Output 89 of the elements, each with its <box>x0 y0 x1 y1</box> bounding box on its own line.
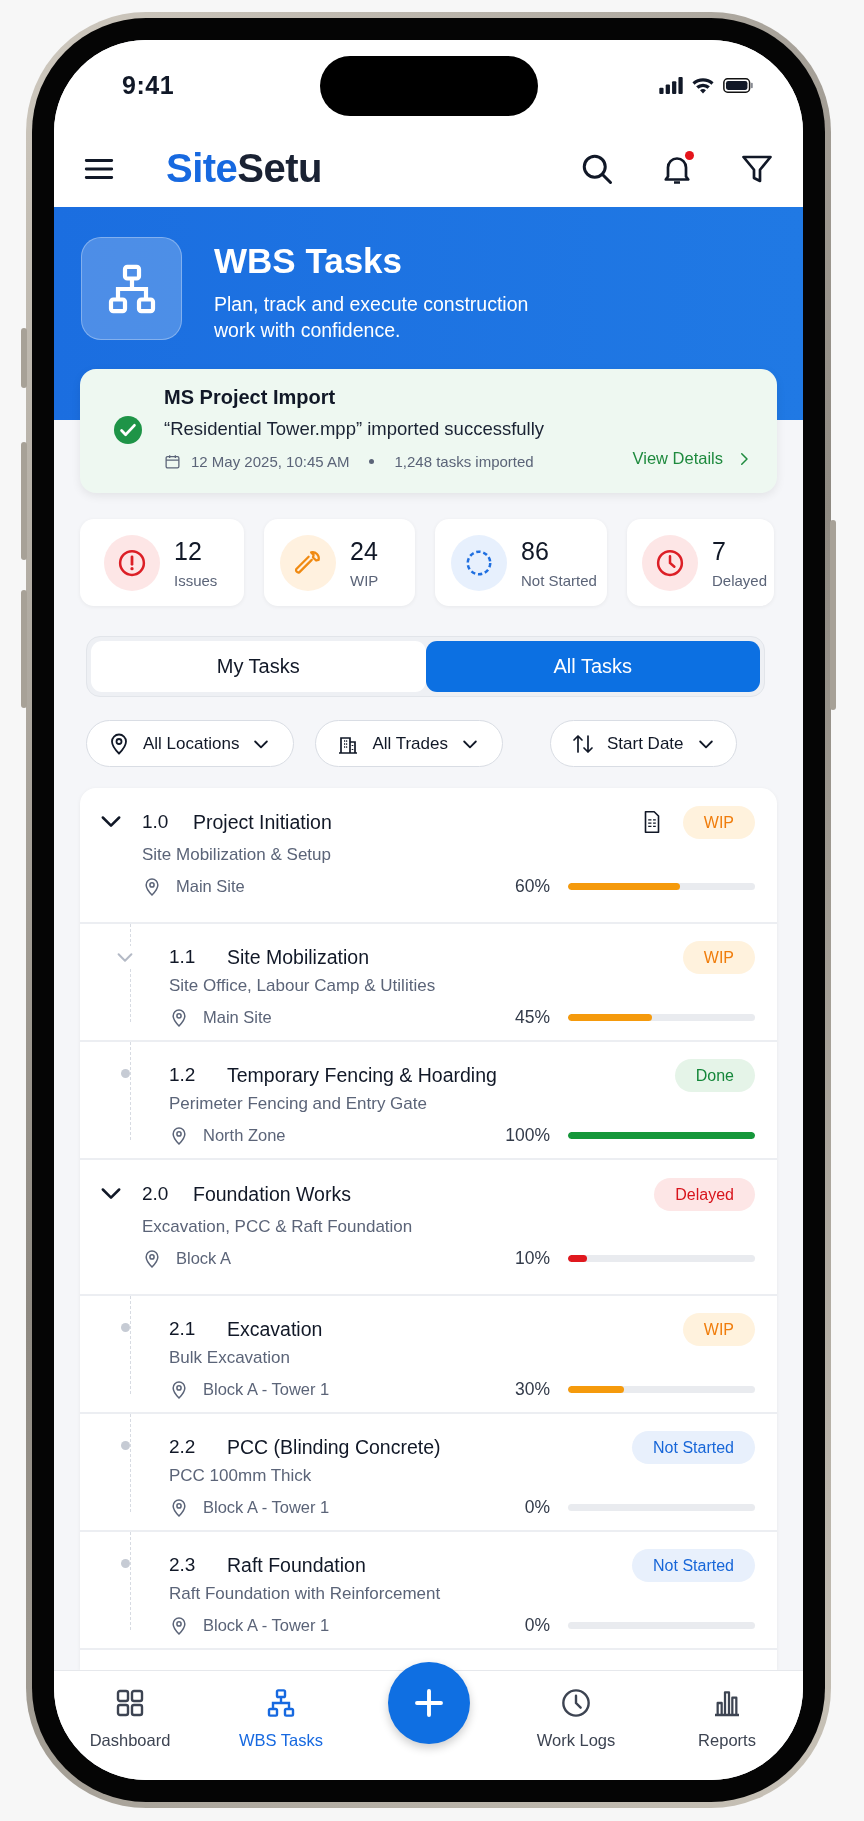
progress-percent: 100% <box>505 1125 550 1146</box>
progress-percent: 0% <box>524 1497 550 1518</box>
stat-label: Not Started <box>521 571 597 589</box>
task-location: Block A - Tower 1 <box>203 1380 330 1399</box>
task-description: Excavation, PCC & Raft Foundation <box>142 1217 414 1237</box>
progress-percent: 0% <box>524 1615 550 1636</box>
stat-value: 24 <box>350 536 379 566</box>
tree-node-dot <box>121 1323 130 1332</box>
clock-time: 9:41 <box>122 70 175 100</box>
battery-icon <box>723 77 753 93</box>
filter-dropdown[interactable]: All Trades <box>315 720 503 767</box>
view-details-link[interactable]: View Details <box>632 449 753 468</box>
progress-percent: 45% <box>514 1007 550 1028</box>
task-code: 1.2 <box>169 1064 197 1086</box>
stat-value: 7 <box>712 536 727 566</box>
tab[interactable]: My Tasks <box>91 641 426 692</box>
task-title: Project Initiation <box>193 810 332 834</box>
status-badge: Delayed <box>654 1177 755 1211</box>
task-title: Raft Foundation <box>227 1553 366 1577</box>
wifi-icon <box>691 76 715 94</box>
filter-dropdown[interactable]: All Locations <box>86 720 295 767</box>
clock-icon <box>560 1687 592 1719</box>
import-count: 1,248 tasks imported <box>394 453 534 470</box>
clock-icon <box>655 547 685 578</box>
calendar-icon <box>164 453 181 470</box>
stat-card[interactable]: 12 Issues <box>80 519 244 606</box>
task-location: Block A - Tower 1 <box>203 1616 330 1635</box>
pin-icon <box>169 1007 189 1028</box>
check-icon <box>114 416 142 444</box>
stat-card[interactable]: 24 WIP <box>264 519 415 606</box>
stat-card[interactable]: 86 Not Started <box>435 519 607 606</box>
task-location: North Zone <box>203 1126 286 1145</box>
task-location: Block A - Tower 1 <box>203 1498 330 1517</box>
task-code: 2.3 <box>169 1554 197 1576</box>
task-title: Excavation <box>227 1317 323 1341</box>
page-title: WBS Tasks <box>214 241 404 281</box>
task-title: Temporary Fencing & Hoarding <box>227 1063 497 1087</box>
stat-label: Delayed <box>712 571 768 589</box>
task-title: Foundation Works <box>193 1182 351 1206</box>
tab[interactable]: All Tasks <box>425 641 760 692</box>
nav-item[interactable]: Dashboard <box>54 1671 206 1766</box>
separator-dot <box>369 459 375 464</box>
alert-icon <box>117 547 147 578</box>
stat-value: 12 <box>174 536 203 566</box>
progress-percent: 10% <box>514 1248 550 1269</box>
task-description: PCC 100mm Thick <box>169 1466 313 1486</box>
grid-icon <box>114 1687 146 1719</box>
task-code: 2.0 <box>142 1183 170 1205</box>
stat-label: WIP <box>350 571 379 589</box>
task-description: Perimeter Fencing and Entry Gate <box>169 1094 428 1114</box>
stat-card[interactable]: 7 Delayed <box>627 519 774 606</box>
task-title: Site Mobilization <box>227 945 369 969</box>
task-location: Main Site <box>176 877 245 896</box>
task-description: Site Office, Labour Camp & Utilities <box>169 976 437 996</box>
status-badge: WIP <box>682 1312 755 1346</box>
status-badge: Not Started <box>632 1548 755 1582</box>
task-code: 2.2 <box>169 1436 197 1458</box>
nav-item[interactable]: Reports <box>651 1671 803 1766</box>
add-button[interactable] <box>387 1662 470 1744</box>
tree-node-dot <box>121 1559 130 1568</box>
app-logo: SiteSetu <box>166 146 323 191</box>
tree-node-dot <box>121 1069 130 1078</box>
progress-percent: 60% <box>514 876 550 897</box>
tree-node-dot <box>121 1441 130 1450</box>
nav-item[interactable]: WBS Tasks <box>206 1671 356 1766</box>
task-location: Block A <box>176 1249 232 1268</box>
status-badge: Done <box>674 1058 755 1092</box>
status-badge: WIP <box>682 805 755 839</box>
task-code: 1.0 <box>142 811 170 833</box>
import-date: 12 May 2025, 10:45 AM <box>191 453 350 470</box>
page-subtitle: Plan, track and execute construction work with confidence. <box>214 292 530 343</box>
task-code: 1.1 <box>169 946 197 968</box>
hierarchy-icon <box>265 1687 297 1719</box>
stat-value: 86 <box>521 536 550 566</box>
signal-icon <box>659 76 683 94</box>
filter-dropdown[interactable]: Start Date <box>550 720 737 767</box>
stat-label: Issues <box>174 571 218 589</box>
task-description: Site Mobilization & Setup <box>142 845 332 865</box>
task-location: Main Site <box>203 1008 272 1027</box>
notice-title: MS Project Import <box>164 386 337 409</box>
notice-message: “Residential Tower.mpp” imported successfully <box>164 418 546 440</box>
status-badge: Not Started <box>632 1430 755 1464</box>
task-description: Bulk Excavation <box>169 1348 291 1368</box>
status-badge: WIP <box>682 940 755 974</box>
task-description: Raft Foundation with Reinforcement <box>169 1584 442 1604</box>
task-title: PCC (Blinding Concrete) <box>227 1435 441 1459</box>
task-code: 2.1 <box>169 1318 197 1340</box>
nav-item[interactable]: Work Logs <box>501 1671 651 1766</box>
progress-percent: 30% <box>514 1379 550 1400</box>
